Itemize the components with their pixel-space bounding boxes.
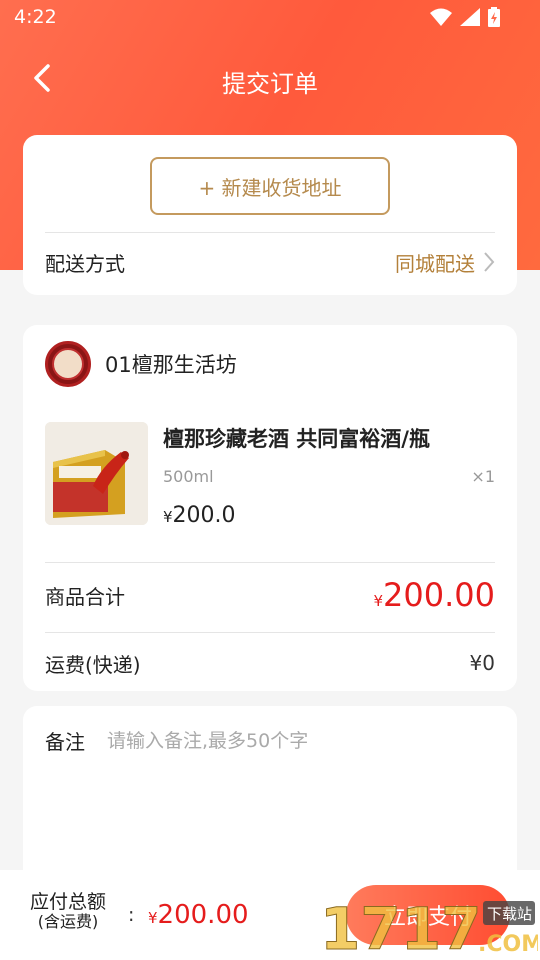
delivery-method-text: 同城配送 — [395, 251, 475, 276]
shop-row[interactable]: 01檀那生活坊 — [45, 341, 237, 387]
subtotal-value: 200.00 — [383, 576, 495, 614]
status-time: 4:22 — [14, 6, 57, 28]
shop-name: 01檀那生活坊 — [105, 353, 237, 377]
address-divider — [45, 232, 495, 233]
product-price: ¥200.0 — [163, 503, 236, 528]
new-address-button[interactable]: + 新建收货地址 — [150, 157, 390, 215]
watermark-suffix: .COM — [478, 932, 538, 957]
navbar: 提交订单 — [0, 50, 540, 110]
battery-icon — [488, 7, 500, 27]
order-divider-1 — [45, 562, 495, 563]
shipping-row: 运费(快递) ¥0 — [45, 643, 495, 683]
subtotal-label: 商品合计 — [45, 584, 125, 609]
signal-icon — [460, 8, 480, 26]
shipping-value: ¥0 — [469, 651, 495, 675]
watermark-badge: 下载站 — [487, 905, 532, 923]
wifi-icon — [430, 8, 452, 26]
subtotal-row: 商品合计 ¥200.00 — [45, 573, 495, 617]
delivery-method-row[interactable]: 配送方式 同城配送 — [45, 239, 495, 285]
watermark-logo: 1717 .COM 下载站 — [320, 895, 539, 957]
address-card: + 新建收货地址 配送方式 同城配送 — [23, 135, 517, 295]
shipping-label: 运费(快递) — [45, 652, 141, 677]
status-bar: 4:22 — [0, 0, 540, 38]
watermark-text: 1717 — [320, 895, 481, 957]
total-amount: ¥200.00 — [148, 900, 249, 930]
product-currency: ¥ — [163, 508, 173, 526]
product-name: 檀那珍藏老酒 共同富裕酒/瓶 — [163, 427, 430, 451]
note-label: 备注 — [45, 730, 85, 754]
shop-logo-emblem — [52, 348, 84, 380]
order-divider-2 — [45, 632, 495, 633]
status-icons — [430, 7, 500, 27]
total-label: 应付总额 (含运费) — [30, 892, 106, 930]
chevron-right-icon — [484, 252, 495, 272]
note-input[interactable] — [107, 729, 447, 752]
product-price-value: 200.0 — [172, 503, 236, 528]
product-quantity: ×1 — [471, 467, 495, 486]
total-label-line1: 应付总额 — [30, 891, 107, 913]
note-row: 备注 — [45, 726, 447, 755]
total-label-line2: (含运费) — [37, 911, 99, 931]
subtotal-amount: ¥200.00 — [373, 576, 495, 614]
product-image[interactable] — [45, 422, 148, 525]
delivery-method-value[interactable]: 同城配送 — [395, 248, 495, 277]
total-currency: ¥ — [148, 909, 158, 927]
total-colon: : — [128, 904, 135, 926]
delivery-method-label: 配送方式 — [45, 251, 125, 276]
page-title: 提交订单 — [222, 70, 318, 98]
total-value: 200.00 — [157, 900, 249, 930]
product-photo — [45, 422, 148, 525]
order-card: 01檀那生活坊 檀那珍藏老酒 共同富裕酒/瓶 500ml ×1 ¥200.0 商… — [23, 325, 517, 691]
product-spec: 500ml — [163, 467, 214, 486]
subtotal-currency: ¥ — [373, 592, 384, 610]
shop-logo — [45, 341, 91, 387]
